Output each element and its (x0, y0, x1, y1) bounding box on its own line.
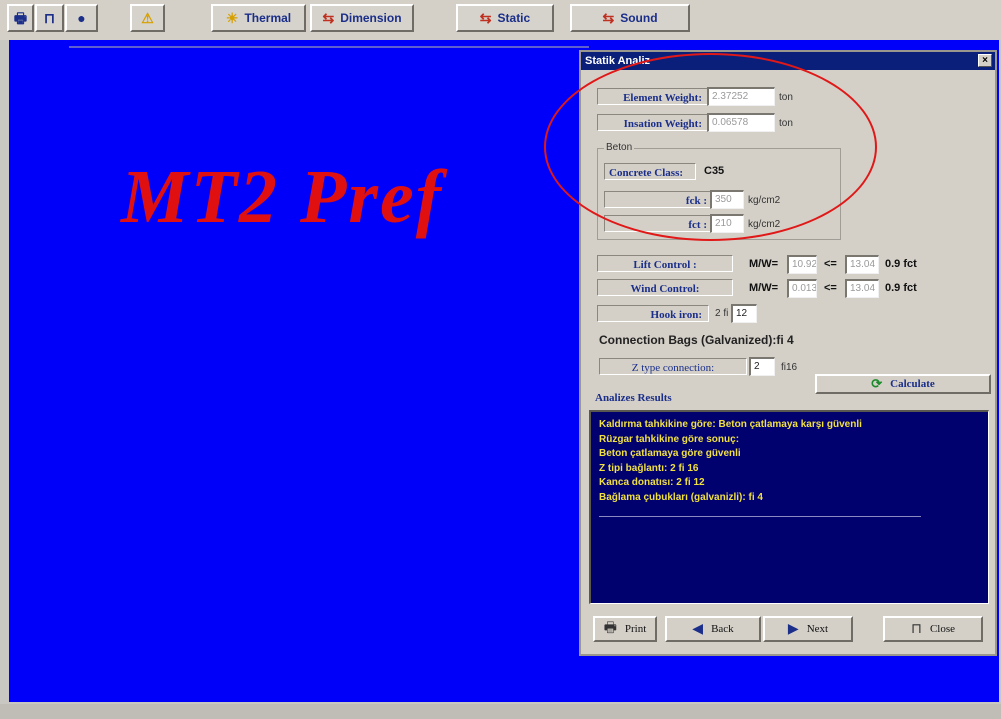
element-weight-field[interactable]: 2.37252 (707, 87, 775, 106)
results-panel: Kaldırma tahkikine göre: Beton çatlamaya… (589, 410, 989, 604)
printer-icon-button[interactable]: 🖶 (7, 4, 34, 32)
toolbar: 🖶 ⊓ ● ⚠ ☀ Thermal ⇆ Dimension ⇆ Static ⇆… (0, 0, 1001, 40)
lift-suffix: 0.9 fct (885, 258, 917, 270)
tab-thermal[interactable]: ☀ Thermal (211, 4, 306, 32)
arrows-icon: ⇆ (602, 10, 615, 26)
back-button-label: Back (711, 623, 734, 635)
z-type-suffix: fi16 (781, 362, 798, 373)
fck-unit: kg/cm2 (748, 195, 781, 206)
warning-icon-button[interactable]: ⚠ (130, 4, 165, 32)
warning-icon: ⚠ (141, 10, 154, 26)
insulation-weight-label-box: Insation Weight: (597, 114, 709, 131)
tab-static[interactable]: ⇆ Static (456, 4, 554, 32)
print-button-label: Print (624, 623, 647, 635)
lift-operator: <= (824, 258, 837, 270)
dialog-titlebar: Statik Analiz × (581, 52, 995, 70)
calculate-button[interactable]: ⟳ Calculate (815, 374, 991, 394)
wind-formula: M/W= (749, 282, 779, 294)
arrows-icon: ⇆ (322, 10, 335, 26)
tab-sound-label: Sound (620, 11, 658, 25)
tab-static-label: Static (497, 11, 531, 25)
result-line: Rüzgar tahkikine göre sonuç: (599, 433, 740, 445)
crane-icon: ⊓ (911, 621, 922, 637)
refresh-icon: ⟳ (871, 376, 883, 391)
result-line: Kaldırma tahkikine göre: Beton çatlamaya… (599, 419, 862, 430)
element-weight-label-box: Element Weight: (597, 88, 709, 105)
hook-iron-label: Hook iron: (650, 309, 702, 321)
lift-control-label-box: Lift Control : (597, 255, 733, 272)
arrow-right-icon: ▶ (787, 621, 799, 637)
result-line: Beton çatlamaya göre güvenli (599, 448, 741, 460)
app-logo-text: MT2 Pref (121, 155, 444, 239)
results-heading: Analizes Results (595, 392, 672, 404)
hook-iron-field[interactable]: 12 (731, 304, 757, 323)
concrete-class-label: Concrete Class: (609, 167, 684, 179)
wind-control-label-box: Wind Control: (597, 279, 733, 296)
insulation-weight-field[interactable]: 0.06578 (707, 113, 775, 132)
close-button[interactable]: ⊓ Close (883, 616, 983, 642)
crane-icon: ⊓ (44, 10, 55, 26)
printer-icon: 🖶 (603, 621, 617, 636)
back-button[interactable]: ◀ Back (665, 616, 761, 642)
z-type-field[interactable]: 2 (749, 357, 775, 376)
globe-icon: ● (77, 10, 86, 26)
beton-group-legend: Beton (604, 142, 635, 153)
tab-dimension-label: Dimension (340, 11, 402, 25)
beton-group: Beton Concrete Class: C35 fck : 350 kg/c… (597, 142, 841, 240)
z-type-label: Z type connection: (631, 362, 715, 374)
fct-field[interactable]: 210 (710, 214, 744, 233)
fck-label: fck : (685, 195, 707, 207)
crane-icon-button[interactable]: ⊓ (35, 4, 64, 32)
results-underline (599, 516, 921, 517)
result-line: Z tipi bağlantı: 2 fi 16 (599, 462, 699, 474)
next-button[interactable]: ▶ Next (763, 616, 853, 642)
lift-formula: M/W= (749, 258, 779, 270)
lift-value-field[interactable]: 10.92 (787, 255, 817, 274)
concrete-class-value: C35 (704, 165, 725, 177)
fck-field[interactable]: 350 (710, 190, 744, 209)
insulation-weight-unit: ton (779, 118, 793, 129)
element-weight-unit: ton (779, 92, 793, 103)
tab-sound[interactable]: ⇆ Sound (570, 4, 690, 32)
static-analysis-dialog: Statik Analiz × Element Weight: 2.37252 … (579, 50, 997, 656)
concrete-class-label-box: Concrete Class: (604, 163, 696, 180)
printer-icon: 🖶 (13, 10, 28, 26)
arrows-icon: ⇆ (479, 10, 492, 26)
close-button-label: Close (929, 623, 955, 635)
wind-limit-field[interactable]: 13.04 (845, 279, 879, 298)
result-line: Kanca donatısı: 2 fi 12 (599, 477, 705, 489)
element-weight-label: Element Weight: (623, 92, 702, 104)
hook-iron-label-box: Hook iron: (597, 305, 709, 322)
lift-limit-field[interactable]: 13.04 (845, 255, 879, 274)
fct-unit: kg/cm2 (748, 219, 781, 230)
wind-value-field[interactable]: 0.013 (787, 279, 817, 298)
divider-line (69, 46, 589, 48)
arrow-left-icon: ◀ (692, 621, 704, 637)
calculate-button-label: Calculate (890, 378, 935, 390)
close-icon[interactable]: × (978, 54, 992, 67)
connection-bags-text: Connection Bags (Galvanized):fi 4 (599, 333, 794, 347)
wind-suffix: 0.9 fct (885, 282, 917, 294)
dialog-title: Statik Analiz (585, 55, 650, 67)
status-bar (0, 704, 1001, 719)
fct-label-box: fct : (604, 215, 714, 232)
z-type-label-box: Z type connection: (599, 358, 747, 375)
sun-icon: ☀ (225, 10, 239, 26)
result-line: Bağlama çubukları (galvanizli): fi 4 (599, 491, 763, 503)
globe-icon-button[interactable]: ● (65, 4, 98, 32)
next-button-label: Next (806, 623, 829, 635)
tab-thermal-label: Thermal (244, 11, 292, 25)
fct-label: fct : (688, 219, 707, 231)
hook-iron-prefix: 2 fi (715, 308, 729, 319)
print-button[interactable]: 🖶 Print (593, 616, 657, 642)
wind-control-label: Wind Control: (630, 283, 700, 295)
fck-label-box: fck : (604, 191, 714, 208)
lift-control-label: Lift Control : (633, 259, 697, 271)
insulation-weight-label: Insation Weight: (623, 118, 702, 130)
tab-dimension[interactable]: ⇆ Dimension (310, 4, 414, 32)
wind-operator: <= (824, 282, 837, 294)
